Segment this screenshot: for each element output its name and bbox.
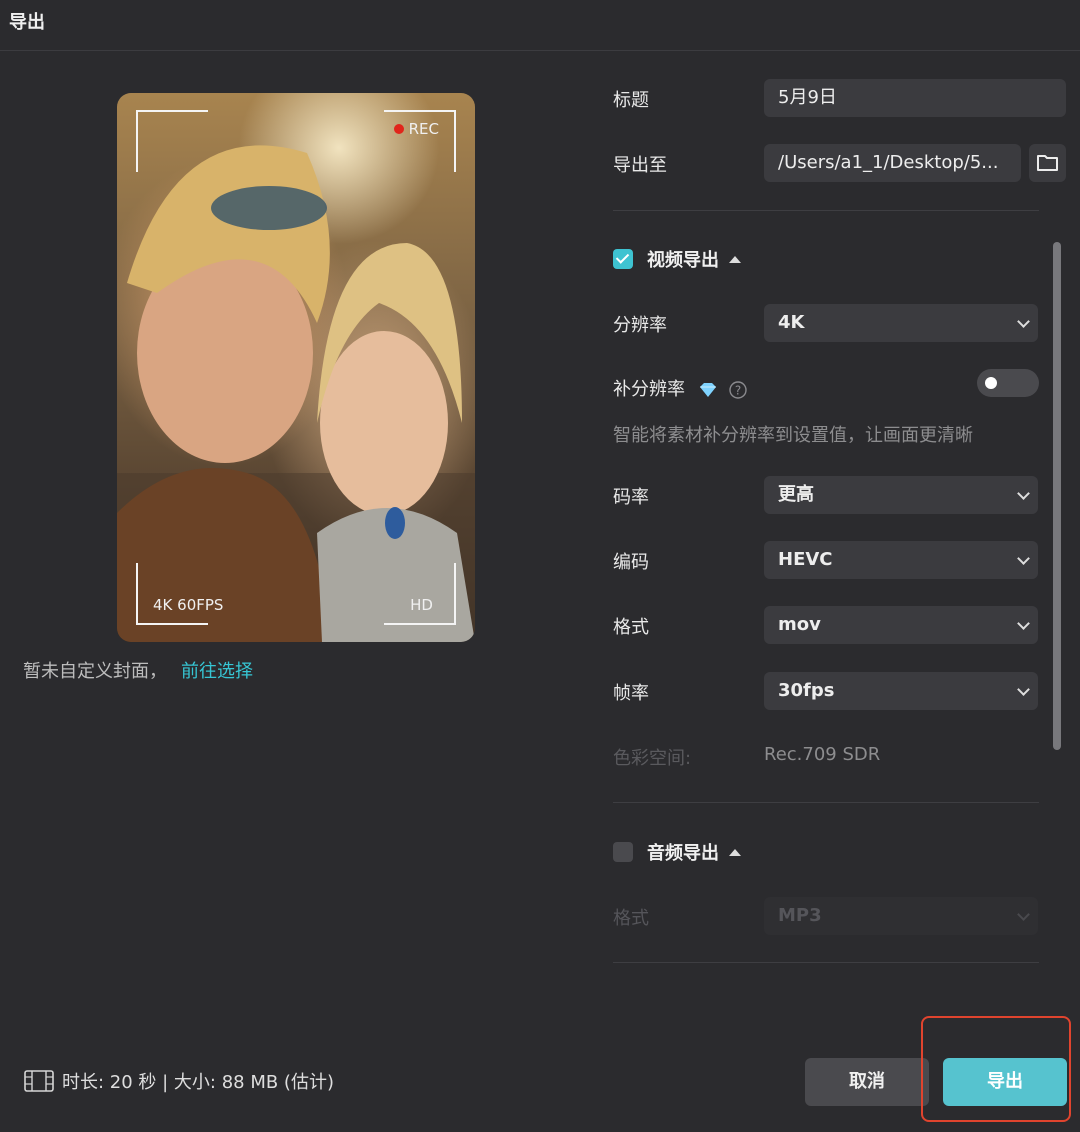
help-icon[interactable]: ? xyxy=(728,380,748,400)
export-path-field[interactable]: /Users/a1_1/Desktop/5... xyxy=(764,144,1021,182)
collapse-caret-icon[interactable] xyxy=(729,848,741,856)
quality-label: 4K 60FPS xyxy=(153,596,224,614)
bitrate-select[interactable]: 更高 xyxy=(764,476,1038,514)
colorspace-label: 色彩空间: xyxy=(613,748,692,769)
codec-select[interactable]: HEVC xyxy=(764,541,1038,579)
format-label: 格式 xyxy=(613,617,649,638)
divider xyxy=(613,962,1039,963)
format-select[interactable]: mov xyxy=(764,606,1038,644)
audio-export-checkbox[interactable] xyxy=(613,842,633,862)
video-export-checkbox[interactable] xyxy=(613,249,633,269)
upscale-hint: 智能将素材补分辨率到设置值，让画面更清晰 xyxy=(613,425,973,446)
chevron-down-icon xyxy=(1017,617,1030,630)
highlight-box xyxy=(921,1016,1071,1122)
chevron-down-icon xyxy=(1017,683,1030,696)
video-preview: REC 4K 60FPS HD xyxy=(117,93,475,642)
title-label: 标题 xyxy=(613,90,649,111)
export-info: 时长: 20 秒 | 大小: 88 MB (估计) xyxy=(24,1068,334,1095)
cancel-button[interactable]: 取消 xyxy=(805,1058,929,1106)
chevron-down-icon xyxy=(1017,552,1030,565)
audio-export-label: 音频导出 xyxy=(647,843,719,864)
folder-button[interactable] xyxy=(1029,144,1066,182)
preview-image xyxy=(117,145,475,642)
svg-text:?: ? xyxy=(735,384,741,398)
export-to-label: 导出至 xyxy=(613,155,667,176)
video-export-toggle[interactable]: 视频导出 xyxy=(613,246,741,272)
audio-format-label: 格式 xyxy=(613,908,649,929)
audio-format-select: MP3 xyxy=(764,897,1038,935)
upscale-label: 补分辨率 xyxy=(613,379,685,400)
viewfinder-corner xyxy=(384,563,456,625)
chevron-down-icon xyxy=(1017,908,1030,921)
chevron-down-icon xyxy=(1017,315,1030,328)
viewfinder-corner xyxy=(136,110,208,172)
title-input[interactable]: 5月9日 xyxy=(764,79,1066,117)
rec-indicator: REC xyxy=(393,120,439,138)
audio-export-toggle[interactable]: 音频导出 xyxy=(613,839,741,865)
codec-value: HEVC xyxy=(778,549,833,570)
codec-label: 编码 xyxy=(613,552,649,573)
title-bar: 导出 xyxy=(0,0,1080,51)
export-info-text: 时长: 20 秒 | 大小: 88 MB (估计) xyxy=(62,1072,334,1093)
cover-note-text: 暂未自定义封面， xyxy=(23,661,167,682)
divider xyxy=(613,210,1039,211)
resolution-value: 4K xyxy=(778,312,805,333)
bitrate-value: 更高 xyxy=(778,484,814,505)
hd-label: HD xyxy=(410,596,433,614)
format-value: mov xyxy=(778,614,821,635)
resolution-label: 分辨率 xyxy=(613,315,667,336)
colorspace-value: Rec.709 SDR xyxy=(764,744,881,765)
collapse-caret-icon[interactable] xyxy=(729,255,741,263)
film-icon xyxy=(24,1070,54,1092)
folder-icon xyxy=(1037,155,1058,171)
divider xyxy=(613,802,1039,803)
window-title: 导出 xyxy=(9,12,45,33)
scrollbar[interactable] xyxy=(1053,242,1061,750)
diamond-icon xyxy=(699,383,716,397)
rec-label: REC xyxy=(408,120,439,138)
bitrate-label: 码率 xyxy=(613,487,649,508)
rec-dot-icon xyxy=(393,124,404,134)
cover-note: 暂未自定义封面， 前往选择 xyxy=(23,657,253,683)
audio-format-value: MP3 xyxy=(778,905,822,926)
upscale-label-row: 补分辨率 ? xyxy=(613,375,748,401)
viewfinder-corner xyxy=(136,563,208,625)
framerate-select[interactable]: 30fps xyxy=(764,672,1038,710)
choose-cover-link[interactable]: 前往选择 xyxy=(181,661,253,682)
toggle-knob xyxy=(985,377,997,389)
resolution-select[interactable]: 4K xyxy=(764,304,1038,342)
upscale-toggle[interactable] xyxy=(977,369,1039,397)
video-export-label: 视频导出 xyxy=(647,250,719,271)
framerate-label: 帧率 xyxy=(613,683,649,704)
framerate-value: 30fps xyxy=(778,680,835,701)
chevron-down-icon xyxy=(1017,487,1030,500)
